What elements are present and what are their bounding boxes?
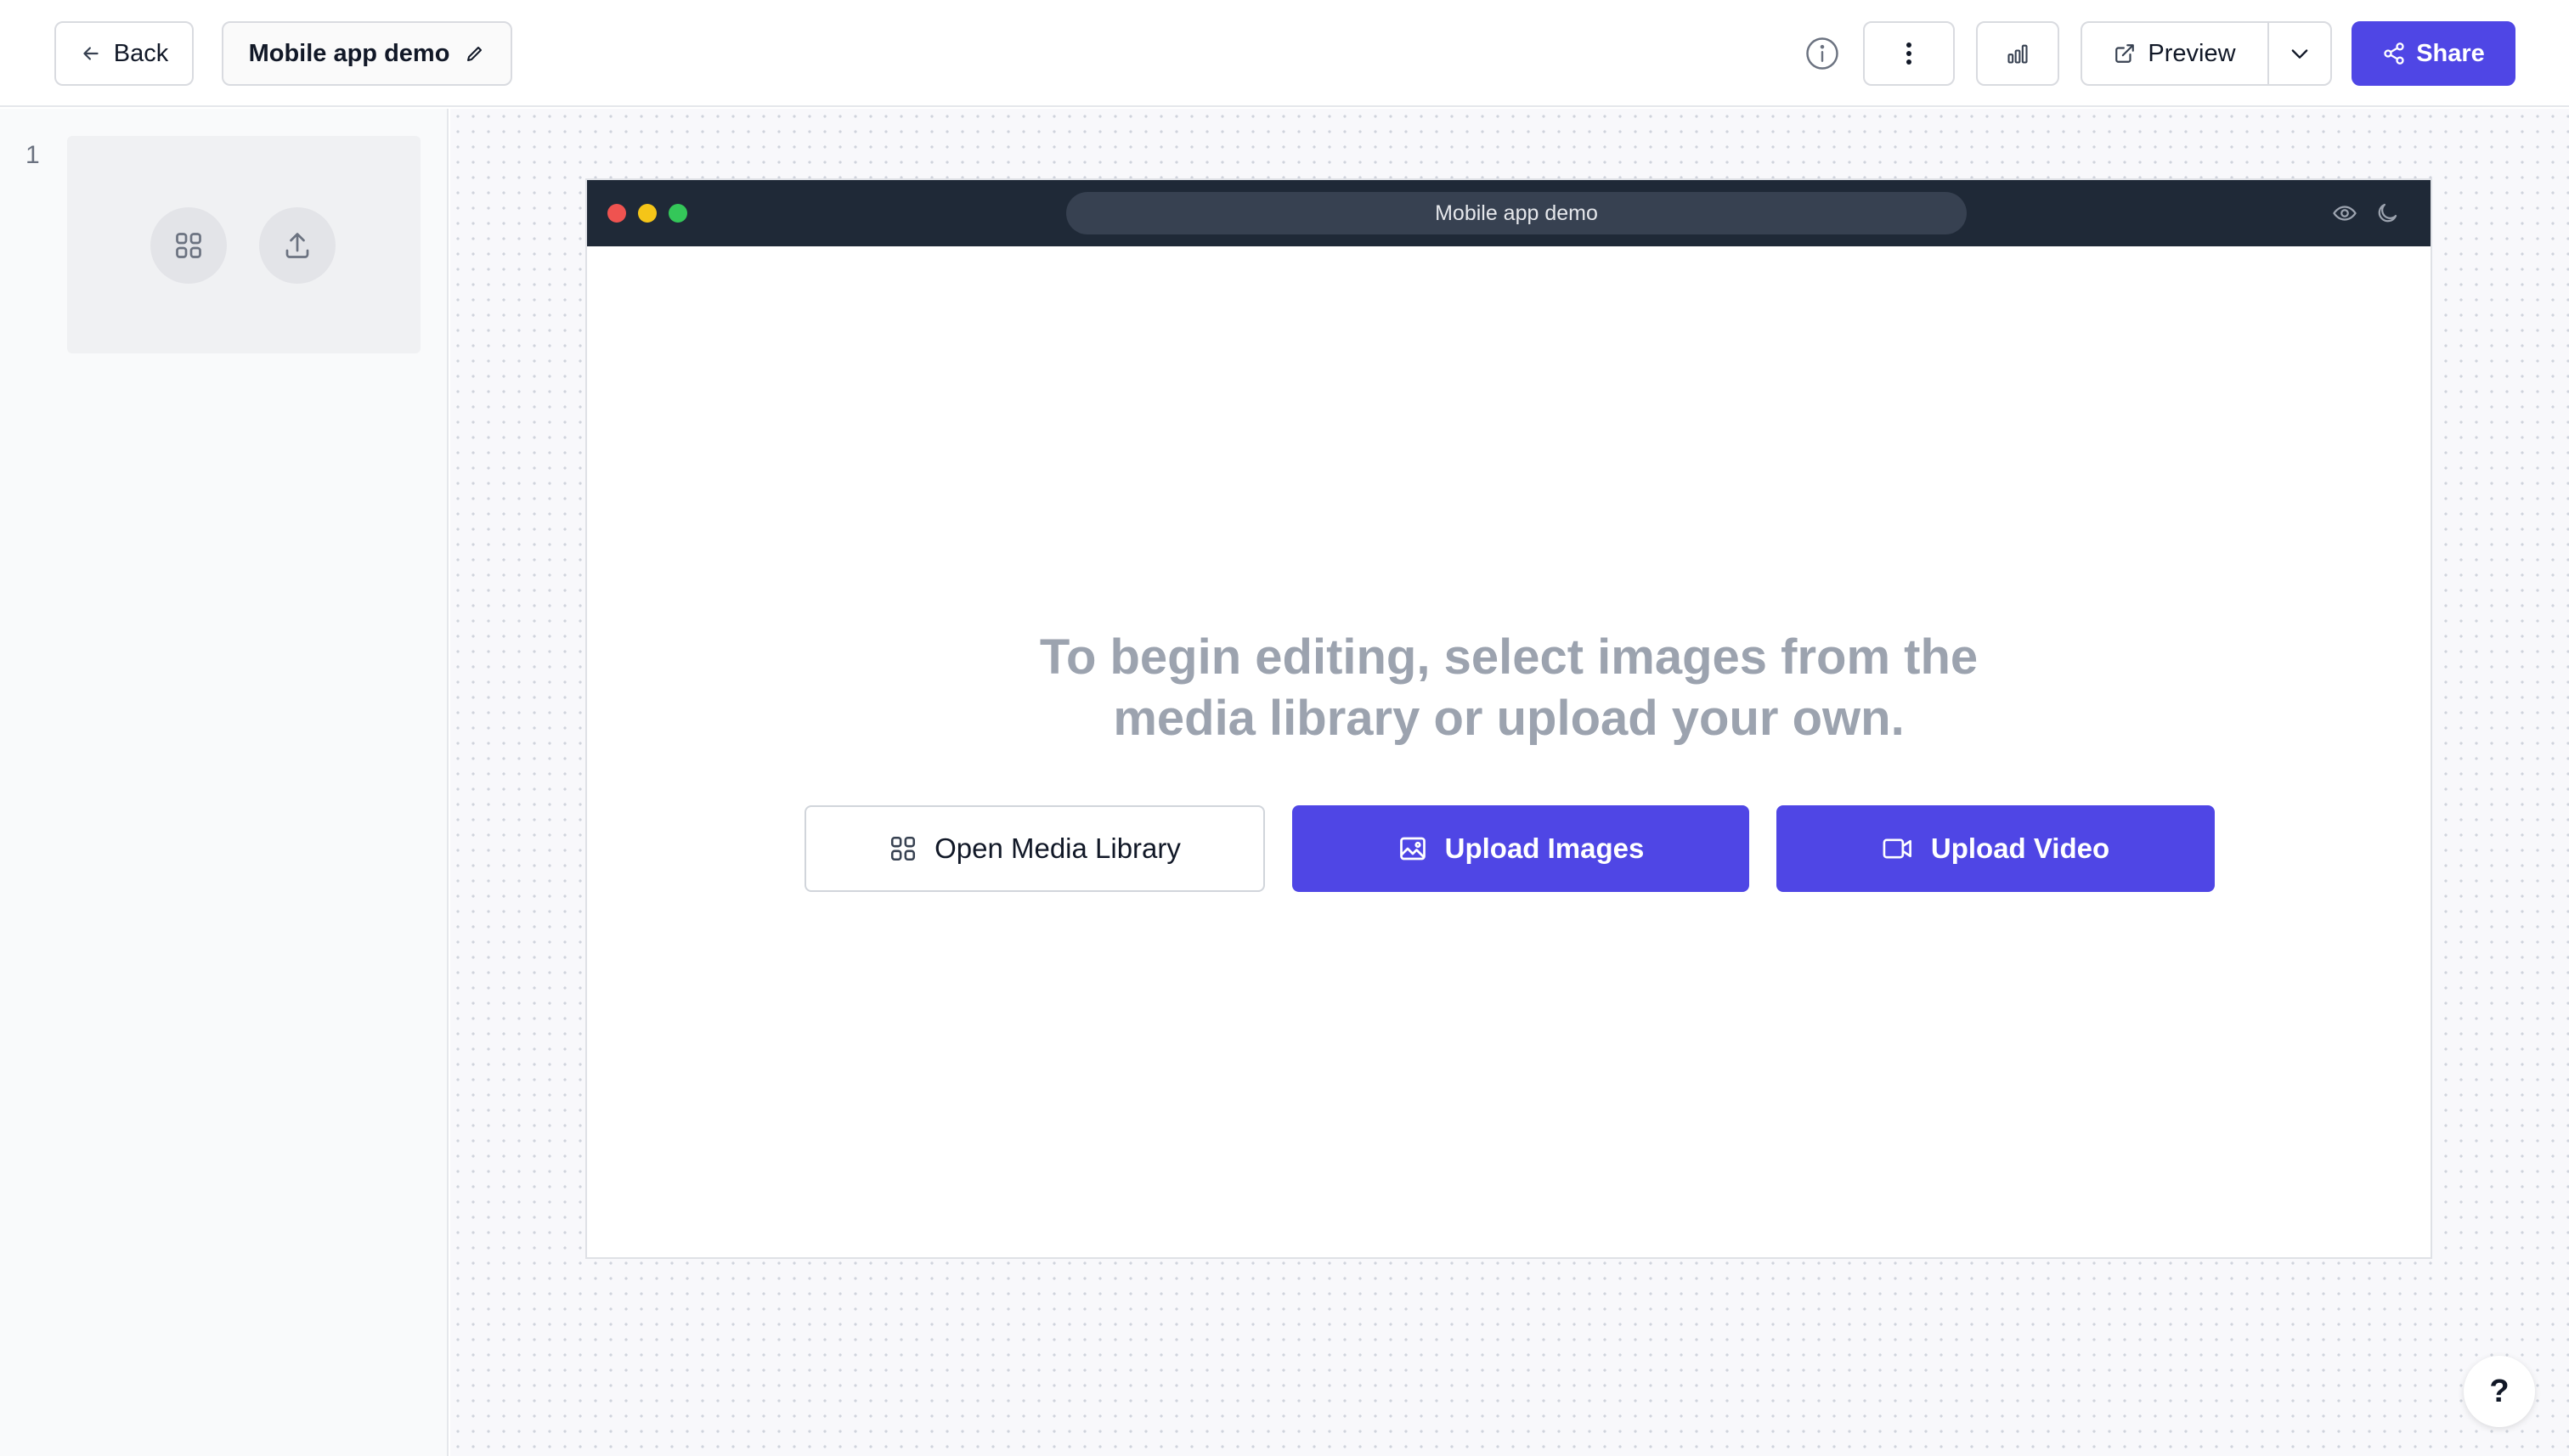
back-button[interactable]: Back (54, 21, 194, 86)
upload-images-label: Upload Images (1444, 832, 1645, 864)
arrow-left-icon (83, 47, 99, 60)
upload-images-button[interactable]: Upload Images (1292, 805, 1749, 892)
share-button[interactable]: Share (2352, 21, 2515, 86)
window-minimize-dot (638, 204, 657, 223)
grid-icon (891, 836, 916, 861)
preview-options-dropdown[interactable] (2267, 21, 2332, 86)
open-media-library-button[interactable]: Open Media Library (805, 805, 1265, 892)
headline-line-2: media library or upload your own. (1113, 691, 1905, 746)
moon-icon[interactable] (2374, 200, 2400, 226)
browser-frame-preview: Mobile app demo To begin editing, select… (585, 178, 2432, 1259)
preview-label: Preview (2148, 39, 2236, 67)
top-toolbar: Back Mobile app demo Preview Share (0, 0, 2569, 107)
upload-video-label: Upload Video (1930, 832, 2110, 864)
headline-line-1: To begin editing, select images from the (1039, 629, 1979, 685)
share-icon (2384, 42, 2404, 65)
thumbnail-upload-button[interactable] (259, 207, 336, 284)
share-label: Share (2416, 39, 2485, 67)
external-link-icon (2115, 44, 2135, 63)
image-icon (1399, 837, 1426, 861)
slides-sidebar: 1 (0, 109, 449, 1456)
video-camera-icon (1883, 838, 1911, 859)
preview-button[interactable]: Preview (2081, 21, 2269, 86)
vertical-dots-icon (1906, 42, 1911, 65)
editor-canvas: Mobile app demo To begin editing, select… (450, 109, 2569, 1456)
grid-icon (176, 233, 201, 258)
upload-icon (285, 233, 309, 258)
open-media-library-label: Open Media Library (934, 832, 1181, 864)
document-title-button[interactable]: Mobile app demo (222, 21, 512, 86)
document-title: Mobile app demo (248, 39, 450, 67)
bar-chart-icon (2007, 44, 2028, 64)
browser-title-bar: Mobile app demo (587, 180, 2431, 246)
help-button[interactable]: ? (2464, 1356, 2535, 1427)
slide-number: 1 (25, 141, 40, 169)
browser-url-bar: Mobile app demo (1066, 192, 1967, 234)
thumbnail-media-library-button[interactable] (150, 207, 227, 284)
window-maximize-dot (669, 204, 687, 223)
chevron-down-icon (2291, 49, 2308, 59)
info-icon[interactable] (1804, 36, 1840, 71)
eye-icon[interactable] (2332, 200, 2357, 226)
back-label: Back (113, 39, 169, 67)
upload-video-button[interactable]: Upload Video (1776, 805, 2215, 892)
pencil-icon (467, 47, 483, 61)
slide-thumbnail[interactable] (67, 136, 421, 353)
more-options-button[interactable] (1863, 21, 1955, 86)
window-close-dot (607, 204, 626, 223)
empty-state-headline: To begin editing, select images from the… (587, 627, 2431, 749)
analytics-button[interactable] (1976, 21, 2059, 86)
